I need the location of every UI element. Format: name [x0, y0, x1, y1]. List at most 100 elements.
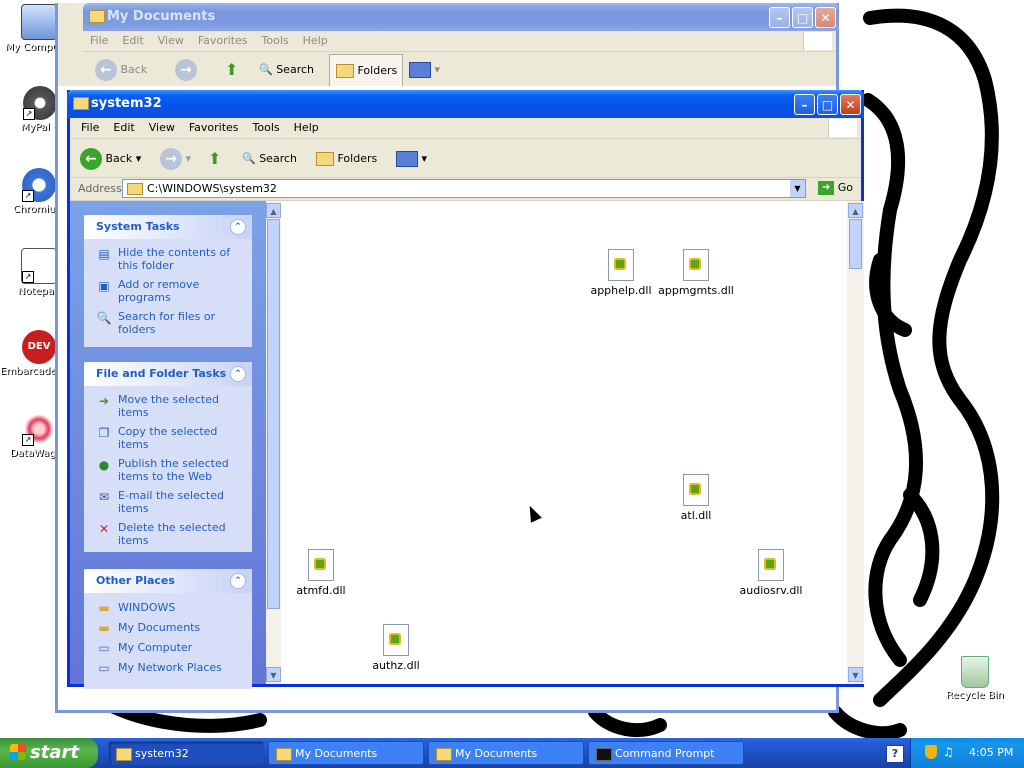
taskbar-item-my-documents[interactable]: My Documents: [268, 741, 424, 765]
taskbar-item-system32[interactable]: system32: [108, 741, 264, 765]
search-button[interactable]: 🔍 Search: [259, 58, 314, 82]
file-list-scrollbar[interactable]: ▲ ▼: [847, 201, 864, 684]
up-folder-button[interactable]: ⬆: [225, 58, 238, 82]
chromium-icon: ↗: [22, 168, 56, 202]
other-places-header[interactable]: Other Places ⌃: [84, 569, 252, 593]
scroll-down-button[interactable]: ▼: [266, 667, 281, 682]
folder-icon: [89, 10, 105, 23]
shortcut-arrow-icon: ↗: [22, 271, 34, 283]
desktop-icon-label: Recycle Bin: [946, 690, 1004, 701]
hide-folder-icon: ▤: [98, 247, 110, 261]
place-my-network-places[interactable]: ▭ My Network Places: [84, 657, 252, 677]
file-item[interactable]: audiosrv.dll: [731, 549, 811, 597]
search-button[interactable]: 🔍 Search: [242, 147, 297, 171]
volume-icon[interactable]: ♫: [943, 745, 954, 759]
address-input[interactable]: C:\WINDOWS\system32 ▼: [122, 179, 806, 198]
close-button[interactable]: ✕: [815, 7, 836, 28]
taskbar-item-my-documents-2[interactable]: My Documents: [428, 741, 584, 765]
computer-icon: ▭: [98, 641, 110, 655]
maximize-button[interactable]: □: [817, 94, 838, 115]
clock[interactable]: 4:05 PM: [969, 746, 1013, 759]
system-tray: ♫ 4:05 PM: [910, 738, 1024, 768]
task-pane-scrollbar[interactable]: ▲ ▼: [266, 201, 281, 684]
back-button[interactable]: ← Back: [95, 58, 147, 82]
move-icon: ➜: [98, 394, 110, 408]
system32-window[interactable]: system32 – □ ✕ File Edit View Favorites Tool…: [67, 90, 864, 689]
task-search-files[interactable]: 🔍 Search for files or folders: [84, 307, 252, 339]
menu-edit[interactable]: Edit: [106, 118, 141, 137]
scroll-thumb[interactable]: [267, 219, 280, 609]
file-item[interactable]: appmgmts.dll: [656, 249, 736, 297]
file-folder-tasks-header[interactable]: File and Folder Tasks ⌃: [84, 362, 252, 386]
help-icon[interactable]: ?: [886, 745, 904, 763]
task-move-items[interactable]: ➜ Move the selected items: [84, 390, 252, 422]
folder-icon: ▬: [98, 601, 110, 615]
menu-view[interactable]: View: [151, 31, 191, 50]
minimize-button[interactable]: –: [769, 7, 790, 28]
folders-button[interactable]: Folders: [316, 147, 377, 171]
folders-button[interactable]: Folders: [329, 54, 403, 88]
menu-help[interactable]: Help: [287, 118, 326, 137]
menu-file[interactable]: File: [83, 31, 115, 50]
menu-favorites[interactable]: Favorites: [182, 118, 246, 137]
menu-tools[interactable]: Tools: [246, 118, 287, 137]
task-publish-items[interactable]: ● Publish the selected items to the Web: [84, 454, 252, 486]
menu-help[interactable]: Help: [296, 31, 335, 50]
task-email-items[interactable]: ✉ E-mail the selected items: [84, 486, 252, 518]
globe-icon: ●: [98, 458, 110, 472]
task-hide-folder-contents[interactable]: ▤ Hide the contents of this folder: [84, 243, 252, 275]
folder-icon: [73, 97, 89, 110]
forward-button[interactable]: → ▾: [160, 147, 191, 171]
scroll-up-button[interactable]: ▲: [266, 203, 281, 218]
scroll-up-button[interactable]: ▲: [848, 203, 863, 218]
task-copy-items[interactable]: ❐ Copy the selected items: [84, 422, 252, 454]
back-button[interactable]: ← Back ▾: [80, 147, 141, 171]
place-my-documents[interactable]: ▬ My Documents: [84, 617, 252, 637]
minimize-button[interactable]: –: [794, 94, 815, 115]
search-icon: 🔍: [96, 311, 112, 325]
menu-file[interactable]: File: [70, 118, 106, 137]
title-bar[interactable]: system32 – □ ✕: [67, 90, 864, 118]
system-tasks-header[interactable]: System Tasks ⌃: [84, 215, 252, 239]
menu-view[interactable]: View: [142, 118, 182, 137]
scroll-thumb[interactable]: [849, 219, 862, 269]
command-prompt-icon: [596, 748, 612, 761]
search-icon: 🔍: [242, 152, 256, 165]
task-delete-items[interactable]: ✕ Delete the selected items: [84, 518, 252, 550]
go-button[interactable]: ➜ Go: [818, 181, 853, 195]
forward-button[interactable]: →: [175, 58, 197, 82]
security-shield-icon[interactable]: [925, 745, 937, 759]
file-item[interactable]: apphelp.dll: [581, 249, 661, 297]
recycle-bin-icon: [961, 656, 989, 688]
folder-icon: [316, 152, 334, 166]
file-item[interactable]: authz.dll: [356, 624, 436, 672]
title-bar[interactable]: My Documents – □ ✕: [83, 3, 839, 31]
views-button[interactable]: ▾: [396, 147, 427, 171]
up-folder-button[interactable]: ⬆: [208, 147, 221, 171]
folder-icon: [336, 64, 354, 78]
menu-edit[interactable]: Edit: [115, 31, 150, 50]
address-dropdown-button[interactable]: ▼: [790, 180, 805, 197]
place-windows[interactable]: ▬ WINDOWS: [84, 597, 252, 617]
desktop-icon-recycle-bin[interactable]: Recycle Bin: [936, 656, 1014, 701]
system-tasks-panel: System Tasks ⌃ ▤ Hide the contents of this…: [84, 215, 252, 347]
menu-bar: File Edit View Favorites Tools Help: [83, 31, 836, 52]
views-button[interactable]: ▾: [409, 58, 440, 82]
taskbar-item-command-prompt[interactable]: Command Prompt: [588, 741, 744, 765]
toolbar: ← Back → ⬆ 🔍 Search Folders ▾: [83, 52, 836, 88]
menu-tools[interactable]: Tools: [255, 31, 296, 50]
views-icon: [409, 62, 431, 78]
start-button[interactable]: start: [0, 738, 98, 768]
close-button[interactable]: ✕: [840, 94, 861, 115]
collapse-icon[interactable]: ⌃: [230, 573, 246, 589]
file-item[interactable]: atmfd.dll: [281, 549, 361, 597]
views-icon: [396, 151, 418, 167]
collapse-icon[interactable]: ⌃: [230, 366, 246, 382]
file-item[interactable]: atl.dll: [656, 474, 736, 522]
collapse-icon[interactable]: ⌃: [230, 219, 246, 235]
place-my-computer[interactable]: ▭ My Computer: [84, 637, 252, 657]
scroll-down-button[interactable]: ▼: [848, 667, 863, 682]
task-add-remove-programs[interactable]: ▣ Add or remove programs: [84, 275, 252, 307]
menu-favorites[interactable]: Favorites: [191, 31, 255, 50]
maximize-button[interactable]: □: [792, 7, 813, 28]
